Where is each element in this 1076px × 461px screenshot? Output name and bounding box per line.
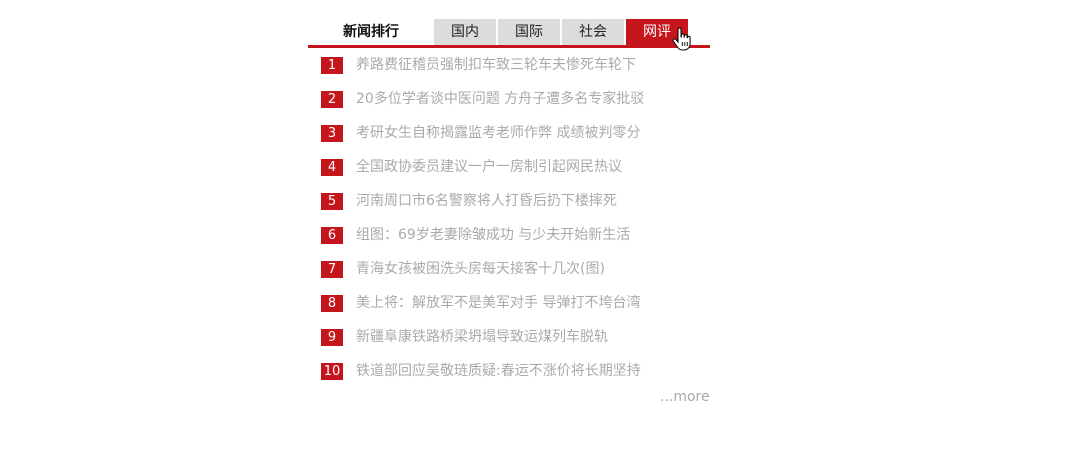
headline-link[interactable]: 铁道部回应吴敬琏质疑:春运不涨价将长期坚持 <box>356 363 641 380</box>
rank-badge: 4 <box>321 159 343 176</box>
more-link[interactable]: ...more <box>660 389 710 405</box>
tab-bar: 新闻排行 国内 国际 社会 网评 <box>308 19 710 51</box>
list-item[interactable]: 5 河南周口市6名警察将人打昏后扔下楼摔死 <box>321 193 644 227</box>
news-ranking-widget: 新闻排行 国内 国际 社会 网评 1 养路费征稽员强制扣车致三轮车夫惨死车轮下 … <box>308 19 710 405</box>
tab-web-commentary[interactable]: 网评 <box>626 19 688 45</box>
list-item[interactable]: 2 20多位学者谈中医问题 方舟子遭多名专家批驳 <box>321 91 644 125</box>
list-item[interactable]: 3 考研女生自称揭露监考老师作弊 成绩被判零分 <box>321 125 644 159</box>
rank-badge: 6 <box>321 227 343 244</box>
rank-badge: 1 <box>321 57 343 74</box>
ranking-list: 1 养路费征稽员强制扣车致三轮车夫惨死车轮下 2 20多位学者谈中医问题 方舟子… <box>321 57 644 397</box>
headline-link[interactable]: 新疆阜康铁路桥梁坍塌导致运煤列车脱轨 <box>356 329 608 346</box>
rank-badge: 5 <box>321 193 343 210</box>
headline-link[interactable]: 20多位学者谈中医问题 方舟子遭多名专家批驳 <box>356 91 644 108</box>
headline-link[interactable]: 美上将：解放军不是美军对手 导弹打不垮台湾 <box>356 295 640 312</box>
list-item[interactable]: 10 铁道部回应吴敬琏质疑:春运不涨价将长期坚持 <box>321 363 644 397</box>
rank-badge: 2 <box>321 91 343 108</box>
list-item[interactable]: 6 组图：69岁老妻除皱成功 与少夫开始新生活 <box>321 227 644 261</box>
tabs: 国内 国际 社会 网评 <box>434 19 688 45</box>
list-item[interactable]: 7 青海女孩被困洗头房每天接客十几次(图) <box>321 261 644 295</box>
ranking-title: 新闻排行 <box>343 24 399 40</box>
rank-badge: 7 <box>321 261 343 278</box>
list-item[interactable]: 4 全国政协委员建议一户一房制引起网民热议 <box>321 159 644 193</box>
list-item[interactable]: 1 养路费征稽员强制扣车致三轮车夫惨死车轮下 <box>321 57 644 91</box>
rank-badge: 8 <box>321 295 343 312</box>
headline-link[interactable]: 青海女孩被困洗头房每天接客十几次(图) <box>356 261 605 278</box>
headline-link[interactable]: 全国政协委员建议一户一房制引起网民热议 <box>356 159 622 176</box>
headline-link[interactable]: 养路费征稽员强制扣车致三轮车夫惨死车轮下 <box>356 57 636 74</box>
headline-link[interactable]: 考研女生自称揭露监考老师作弊 成绩被判零分 <box>356 125 640 142</box>
rank-badge: 3 <box>321 125 343 142</box>
rank-badge: 9 <box>321 329 343 346</box>
rank-badge: 10 <box>321 363 343 380</box>
headline-link[interactable]: 河南周口市6名警察将人打昏后扔下楼摔死 <box>356 193 617 210</box>
tab-domestic[interactable]: 国内 <box>434 19 496 45</box>
tab-society[interactable]: 社会 <box>562 19 624 45</box>
tab-international[interactable]: 国际 <box>498 19 560 45</box>
headline-link[interactable]: 组图：69岁老妻除皱成功 与少夫开始新生活 <box>356 227 630 244</box>
list-item[interactable]: 8 美上将：解放军不是美军对手 导弹打不垮台湾 <box>321 295 644 329</box>
list-item[interactable]: 9 新疆阜康铁路桥梁坍塌导致运煤列车脱轨 <box>321 329 644 363</box>
